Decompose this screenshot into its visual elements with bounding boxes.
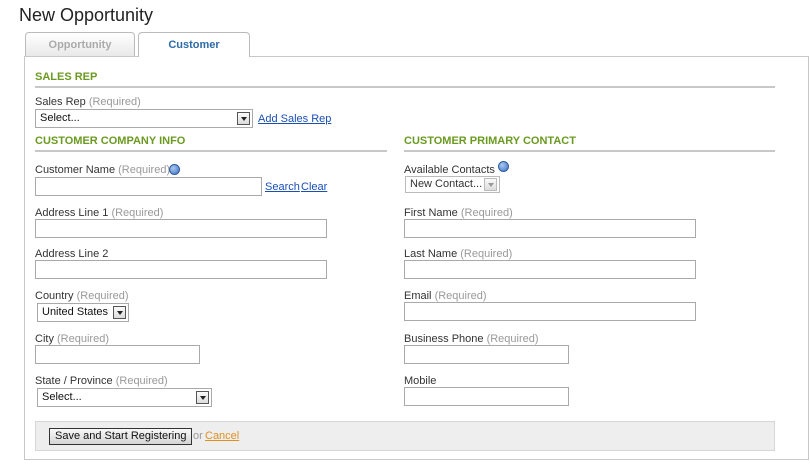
customer-name-label: Customer Name (Required) [35,164,170,176]
required-hint: (Required) [111,207,164,219]
country-select[interactable]: United States [37,303,129,322]
sales-rep-label-text: Sales Rep [35,96,86,108]
required-hint: (Required) [88,96,141,108]
company-info-heading: CUSTOMER COMPANY INFO [35,135,186,147]
last-name-label-text: Last Name [404,248,458,260]
chevron-down-icon [237,112,250,125]
primary-contact-rule [404,150,775,152]
state-province-label: State / Province (Required) [35,375,168,387]
business-phone-input[interactable] [404,345,569,364]
business-phone-label: Business Phone (Required) [404,333,539,345]
mobile-input[interactable] [404,387,569,406]
tab-customer[interactable]: Customer [138,32,250,57]
chevron-down-icon [196,391,209,404]
primary-contact-heading: CUSTOMER PRIMARY CONTACT [404,135,576,147]
chevron-down-icon [113,306,126,319]
sales-rep-label: Sales Rep (Required) [35,96,141,108]
city-label: City (Required) [35,333,109,345]
available-contacts-select[interactable]: New Contact... [405,176,500,193]
first-name-label-text: First Name [404,207,458,219]
customer-name-label-text: Customer Name [35,164,116,176]
mobile-label: Mobile [404,375,437,387]
email-label-text: Email [404,290,432,302]
or-text: or [193,430,203,442]
business-phone-label-text: Business Phone [404,333,484,345]
country-select-value: United States [42,306,109,318]
cancel-link[interactable]: Cancel [205,430,239,442]
required-hint: (Required) [486,333,539,345]
sales-rep-select-value: Select... [40,112,80,124]
required-hint: (Required) [434,290,487,302]
last-name-input[interactable] [404,260,696,279]
required-hint: (Required) [115,375,168,387]
add-sales-rep-link[interactable]: Add Sales Rep [258,113,331,125]
country-label: Country (Required) [35,290,129,302]
state-province-select-value: Select... [42,391,82,403]
required-hint: (Required) [57,333,109,345]
email-label: Email (Required) [404,290,487,302]
sales-rep-heading: SALES REP [35,71,98,83]
address-line-2-label: Address Line 2 [35,248,109,260]
address-line-1-label: Address Line 1 (Required) [35,207,163,219]
state-province-label-text: State / Province [35,375,113,387]
clear-link[interactable]: Clear [301,181,327,193]
required-hint: (Required) [76,290,129,302]
required-hint: (Required) [460,207,513,219]
available-contacts-label: Available Contacts [404,164,495,176]
customer-name-input[interactable] [35,177,262,196]
sales-rep-rule [35,86,775,88]
last-name-label: Last Name (Required) [404,248,512,260]
city-input[interactable] [35,345,200,364]
save-and-start-registering-button[interactable]: Save and Start Registering [49,428,193,445]
email-field[interactable] [404,302,696,321]
first-name-input[interactable] [404,219,696,238]
address-line-1-input[interactable] [35,219,327,238]
available-contacts-select-value: New Contact... [410,178,483,190]
sales-rep-select[interactable]: Select... [35,109,253,128]
country-label-text: Country [35,290,74,302]
required-hint: (Required) [118,164,171,176]
address-line-2-input[interactable] [35,260,327,279]
first-name-label: First Name (Required) [404,207,513,219]
state-province-select[interactable]: Select... [37,388,212,407]
help-icon[interactable] [169,164,180,175]
required-hint: (Required) [460,248,513,260]
company-info-rule [35,150,387,152]
city-label-text: City [35,333,54,345]
page-title: New Opportunity [19,5,154,25]
tab-opportunity[interactable]: Opportunity [25,32,135,56]
chevron-down-icon [484,178,497,191]
help-icon[interactable] [498,161,509,172]
address-line-1-label-text: Address Line 1 [35,207,109,219]
search-link[interactable]: Search [265,181,300,193]
